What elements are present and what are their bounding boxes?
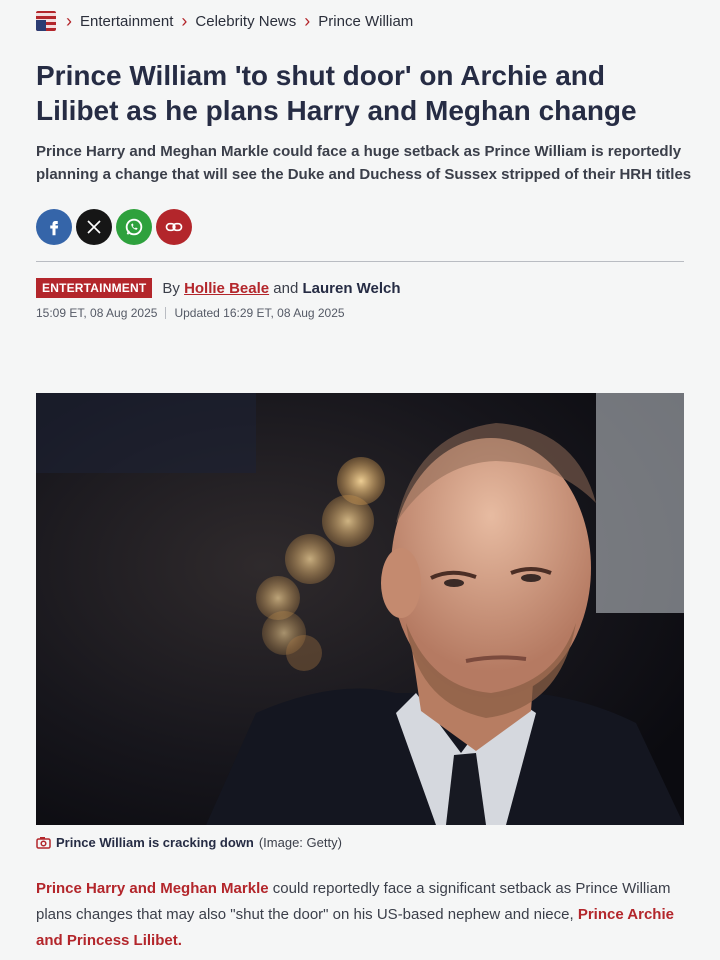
byline: ENTERTAINMENT By Hollie Beale and Lauren…	[36, 278, 401, 298]
copy-link-button[interactable]	[156, 209, 192, 245]
breadcrumb-prince-william[interactable]: Prince William	[318, 13, 413, 30]
share-x-button[interactable]	[76, 209, 112, 245]
divider	[36, 261, 684, 262]
share-whatsapp-button[interactable]	[116, 209, 152, 245]
standfirst: Prince Harry and Meghan Markle could fac…	[36, 143, 692, 183]
link-icon	[165, 222, 183, 232]
article-paragraph: Prince Harry and Meghan Markle could rep…	[36, 876, 676, 954]
breadcrumb: › Entertainment › Celebrity News › Princ…	[36, 10, 413, 32]
by-prefix: By	[162, 279, 180, 297]
breadcrumb-entertainment[interactable]: Entertainment	[80, 13, 173, 30]
author-link-hollie-beale[interactable]: Hollie Beale	[184, 280, 269, 297]
byline-text: By Hollie Beale and Lauren Welch	[162, 280, 400, 297]
chevron-right-icon: ›	[66, 11, 72, 31]
date-separator	[165, 307, 167, 319]
camera-icon	[36, 837, 51, 849]
chevron-right-icon: ›	[304, 11, 311, 31]
image-credit: (Image: Getty)	[258, 835, 342, 850]
site-logo[interactable]	[36, 11, 56, 31]
and-word: and	[273, 279, 299, 297]
published-date: 15:09 ET, 08 Aug 2025	[36, 306, 158, 320]
facebook-icon	[50, 221, 59, 236]
hero-image[interactable]	[36, 393, 684, 825]
caption-text: Prince William is cracking down	[56, 835, 254, 850]
share-facebook-button[interactable]	[36, 209, 72, 245]
breadcrumb-celebrity-news[interactable]: Celebrity News	[195, 13, 296, 30]
link-harry-meghan[interactable]: Prince Harry and Meghan Markle	[36, 880, 269, 897]
section-tag[interactable]: ENTERTAINMENT	[36, 278, 153, 298]
share-bar	[36, 209, 192, 245]
headline: Prince William 'to shut door' on Archie …	[36, 60, 637, 126]
image-caption: Prince William is cracking down (Image: …	[36, 835, 342, 850]
author-lauren-welch: Lauren Welch	[302, 279, 401, 297]
whatsapp-icon	[125, 218, 143, 236]
prince-william-photo	[36, 393, 684, 825]
updated-date: Updated 16:29 ET, 08 Aug 2025	[174, 306, 345, 320]
x-icon	[87, 220, 101, 234]
chevron-right-icon: ›	[181, 11, 188, 31]
timestamps: 15:09 ET, 08 Aug 2025 Updated 16:29 ET, …	[36, 306, 345, 320]
